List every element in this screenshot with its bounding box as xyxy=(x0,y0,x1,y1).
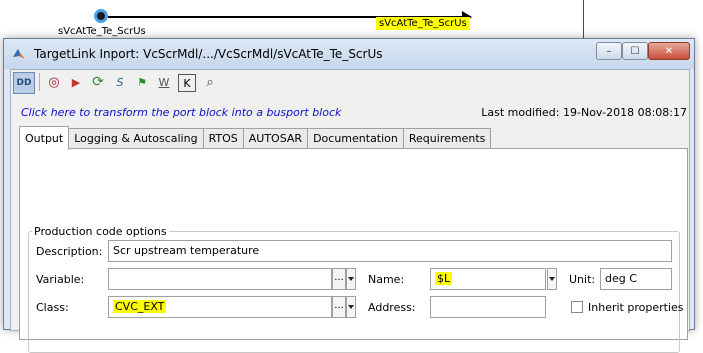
k-icon[interactable]: K xyxy=(178,74,196,92)
busport-transform-link[interactable]: Click here to transform the port block i… xyxy=(21,106,341,119)
name-field[interactable]: $L xyxy=(430,268,546,290)
description-label: Description: xyxy=(36,245,103,258)
minimize-button[interactable]: – xyxy=(596,42,622,60)
tab-rtos[interactable]: RTOS xyxy=(202,128,244,149)
signal-label[interactable]: sVcAtTe_Te_ScrUs xyxy=(376,17,470,30)
close-button[interactable]: ✕ xyxy=(648,42,690,60)
variable-browse-button[interactable]: ... xyxy=(332,268,346,290)
address-field[interactable] xyxy=(430,296,546,318)
tab-output[interactable]: Output xyxy=(19,126,70,150)
name-value: $L xyxy=(435,272,453,285)
toolbar: DD ◎ ▶ ⟳ S ⚑ W K ⌕ xyxy=(13,72,220,94)
variable-field[interactable] xyxy=(108,268,332,290)
flag-icon[interactable]: ⚑ xyxy=(132,72,152,92)
tab-documentation[interactable]: Documentation xyxy=(307,128,404,149)
tab-bar: Output Logging & Autoscaling RTOS AUTOSA… xyxy=(19,126,492,150)
run-icon[interactable]: ▶ xyxy=(66,72,86,92)
output-tab-panel: Production code options Description: Scr… xyxy=(19,148,688,353)
w-icon[interactable]: W xyxy=(154,72,174,92)
title-bar[interactable]: TargetLink Inport: VcScrMdl/.../VcScrMdl… xyxy=(4,39,694,69)
dd-icon[interactable]: DD xyxy=(13,72,35,94)
inport-block[interactable] xyxy=(94,9,108,23)
last-modified-text: Last modified: 19-Nov-2018 08:08:17 xyxy=(481,106,687,119)
class-field[interactable]: CVC_EXT xyxy=(108,296,332,318)
maximize-button[interactable]: ☐ xyxy=(622,42,648,60)
name-label: Name: xyxy=(368,273,405,286)
address-label: Address: xyxy=(368,301,416,314)
refresh-icon[interactable]: ⟳ xyxy=(88,72,108,92)
find-icon[interactable]: ⌕ xyxy=(200,72,220,92)
window-title: TargetLink Inport: VcScrMdl/.../VcScrMdl… xyxy=(34,47,383,61)
canvas-block-outline xyxy=(583,0,703,38)
class-label: Class: xyxy=(36,301,69,314)
unit-label: Unit: xyxy=(569,273,596,286)
production-code-options-label: Production code options xyxy=(32,225,169,238)
name-dropdown-icon[interactable] xyxy=(547,268,557,290)
variable-dropdown-icon[interactable] xyxy=(346,268,356,290)
description-field[interactable]: Scr upstream temperature xyxy=(108,240,672,262)
tab-requirements[interactable]: Requirements xyxy=(402,128,492,149)
tab-autosar[interactable]: AUTOSAR xyxy=(242,128,309,149)
class-value: CVC_EXT xyxy=(113,300,167,313)
inherit-properties-label: Inherit properties xyxy=(588,301,684,314)
zoom-icon[interactable]: ◎ xyxy=(44,72,64,92)
class-browse-button[interactable]: ... xyxy=(332,296,346,318)
inherit-properties-checkbox[interactable] xyxy=(571,301,583,313)
matlab-icon xyxy=(13,49,25,59)
inport-label: sVcAtTe_Te_ScrUs xyxy=(58,26,146,37)
class-dropdown-icon[interactable] xyxy=(346,296,356,318)
script-icon[interactable]: S xyxy=(110,72,130,92)
tab-logging-autoscaling[interactable]: Logging & Autoscaling xyxy=(68,128,204,149)
toolbar-separator xyxy=(39,73,40,91)
targetlink-inport-dialog: TargetLink Inport: VcScrMdl/.../VcScrMdl… xyxy=(3,38,695,353)
unit-field[interactable]: deg C xyxy=(600,268,672,290)
variable-label: Variable: xyxy=(36,273,85,286)
dialog-body: DD ◎ ▶ ⟳ S ⚑ W K ⌕ Click here to transfo… xyxy=(10,69,690,353)
